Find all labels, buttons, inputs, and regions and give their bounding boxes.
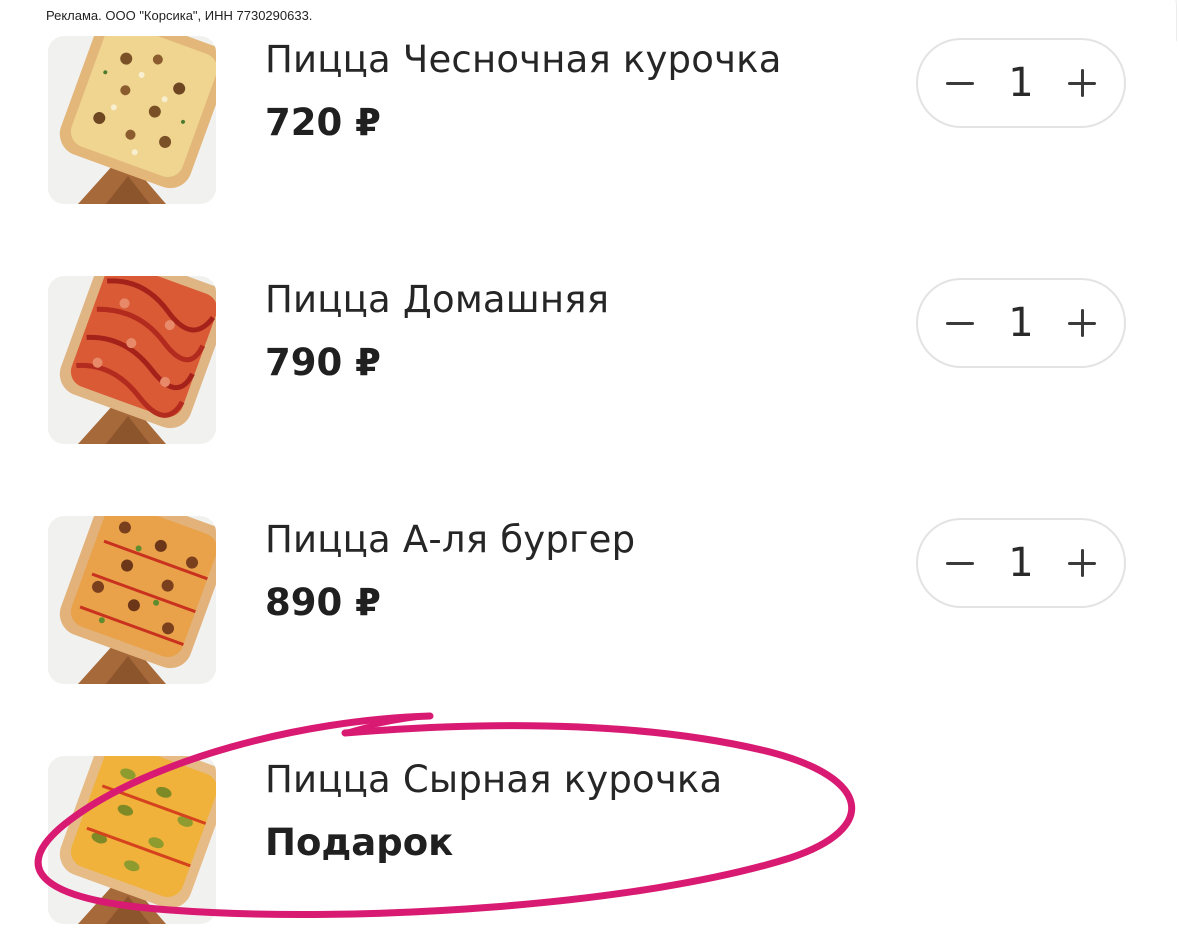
cart-item-burger: Пицца А-ля бургер 890 ₽ 1 [0, 516, 1179, 684]
ad-disclaimer: Реклама. ООО "Корсика", ИНН 7730290633. [46, 8, 313, 23]
card-corner [1116, 0, 1177, 41]
quantity-value: 1 [1008, 300, 1034, 346]
item-title: Пицца А-ля бургер [265, 518, 636, 561]
cart-item-garlic-chicken: Пицца Чесночная курочка 720 ₽ 1 [0, 36, 1179, 204]
item-price: 790 ₽ [265, 341, 381, 384]
item-title: Пицца Сырная курочка [265, 758, 723, 801]
quantity-stepper: 1 [916, 38, 1126, 128]
quantity-stepper: 1 [916, 518, 1126, 608]
pizza-cheese-chicken-image [48, 756, 216, 924]
cart-item-cheese-chicken-gift: Пицца Сырная курочка Подарок [0, 756, 1179, 924]
quantity-value: 1 [1008, 60, 1034, 106]
quantity-value: 1 [1008, 540, 1034, 586]
quantity-stepper: 1 [916, 278, 1126, 368]
pizza-homemade-image [48, 276, 216, 444]
minus-icon[interactable] [940, 63, 980, 103]
minus-icon[interactable] [940, 543, 980, 583]
plus-icon[interactable] [1062, 543, 1102, 583]
item-title: Пицца Домашняя [265, 278, 610, 321]
minus-icon[interactable] [940, 303, 980, 343]
item-price: 890 ₽ [265, 581, 381, 624]
plus-icon[interactable] [1062, 63, 1102, 103]
plus-icon[interactable] [1062, 303, 1102, 343]
gift-label: Подарок [265, 821, 454, 864]
item-title: Пицца Чесночная курочка [265, 38, 782, 81]
pizza-burger-image [48, 516, 216, 684]
pizza-garlic-chicken-image [48, 36, 216, 204]
cart-item-homemade: Пицца Домашняя 790 ₽ 1 [0, 276, 1179, 444]
item-price: 720 ₽ [265, 101, 381, 144]
